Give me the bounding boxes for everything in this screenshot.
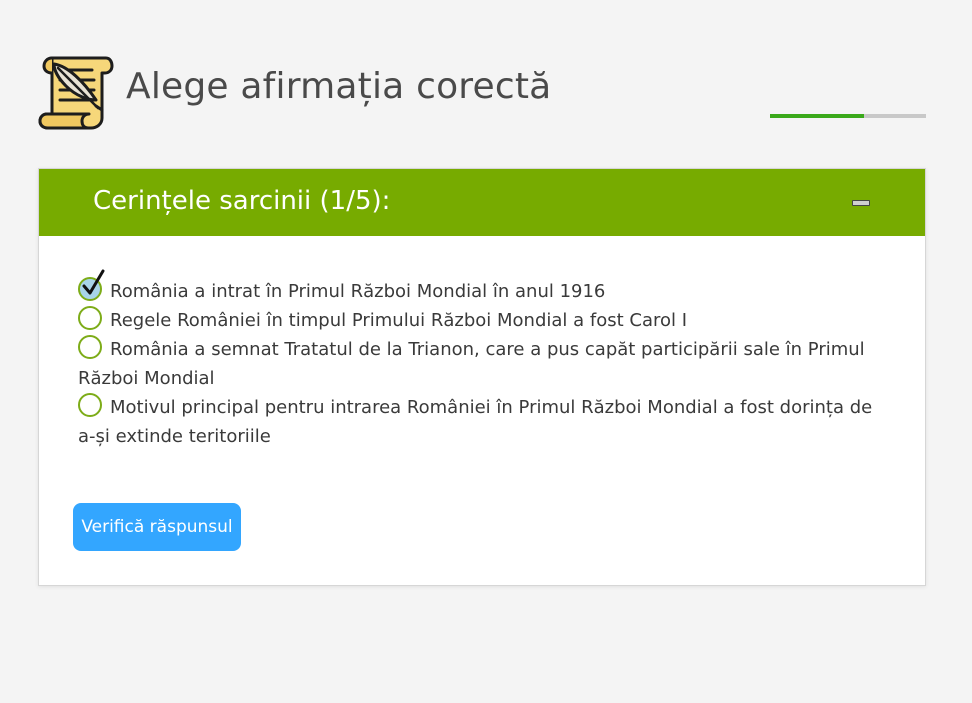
verify-answer-button[interactable]: Verifică răspunsul (73, 503, 241, 551)
task-title: Cerințele sarcinii (1/5): (93, 186, 391, 216)
answer-option-label: Motivul principal pentru intrarea Români… (78, 397, 873, 447)
task-card-header: Cerințele sarcinii (1/5): (39, 169, 925, 236)
minus-icon[interactable] (852, 200, 870, 206)
scroll-quill-icon (38, 52, 116, 132)
answer-option-3[interactable]: România a semnat Tratatul de la Trianon,… (78, 335, 878, 393)
answer-option-2[interactable]: Regele României în timpul Primului Războ… (78, 306, 878, 335)
answer-option-label: Regele României în timpul Primului Războ… (110, 310, 688, 331)
page-header: Alege afirmația corectă (0, 0, 972, 140)
radio-button-2[interactable] (78, 306, 102, 330)
radio-button-1[interactable] (78, 269, 105, 301)
checkmark-icon (82, 269, 105, 295)
answer-option-1[interactable]: România a intrat în Primul Război Mondia… (78, 269, 878, 306)
progress-bar (770, 114, 926, 118)
task-card: Cerințele sarcinii (1/5): România a intr… (38, 168, 926, 586)
page-title: Alege afirmația corectă (126, 66, 552, 107)
answer-option-label: România a semnat Tratatul de la Trianon,… (78, 339, 865, 389)
radio-button-3[interactable] (78, 335, 102, 359)
answer-options: România a intrat în Primul Război Mondia… (78, 269, 878, 451)
answer-option-4[interactable]: Motivul principal pentru intrarea Români… (78, 393, 878, 451)
radio-button-4[interactable] (78, 393, 102, 417)
progress-fill (770, 114, 864, 118)
answer-option-label: România a intrat în Primul Război Mondia… (110, 281, 606, 302)
